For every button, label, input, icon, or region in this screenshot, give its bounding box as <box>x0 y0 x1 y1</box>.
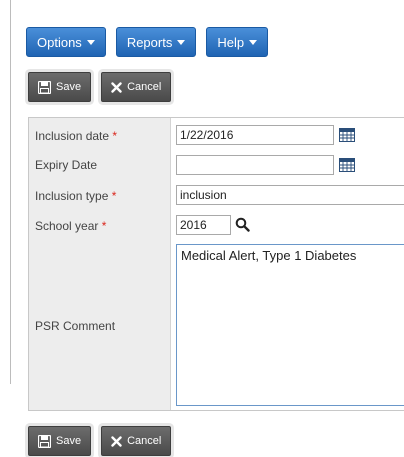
help-menu-button[interactable]: Help <box>206 27 269 57</box>
options-menu-button[interactable]: Options <box>26 27 106 57</box>
chevron-down-icon <box>177 39 186 45</box>
school-year-label: School year * <box>35 219 107 233</box>
save-button-label: Save <box>56 81 82 93</box>
inclusion-date-field[interactable]: 1/22/2016 <box>176 125 334 145</box>
close-icon <box>111 435 122 447</box>
options-menu-label: Options <box>37 34 82 50</box>
cancel-button[interactable]: Cancel <box>101 426 172 456</box>
chevron-down-icon <box>249 39 258 45</box>
psr-comment-label: PSR Comment <box>35 319 116 333</box>
left-border-line <box>10 0 11 384</box>
inclusion-date-label: Inclusion date * <box>35 129 118 143</box>
save-button[interactable]: Save <box>28 426 92 456</box>
chevron-down-icon <box>86 39 95 45</box>
expiry-date-label: Expiry Date <box>35 158 98 172</box>
expiry-date-field[interactable] <box>176 155 334 175</box>
search-icon[interactable] <box>235 217 250 232</box>
bottom-action-bar: Save Cancel <box>28 426 172 456</box>
calendar-icon[interactable] <box>339 158 355 172</box>
save-button[interactable]: Save <box>28 72 92 102</box>
inclusion-type-label: Inclusion type * <box>35 189 117 203</box>
required-marker: * <box>112 129 118 143</box>
required-marker: * <box>111 189 117 203</box>
menu-bar: Options Reports Help <box>26 27 269 57</box>
psr-comment-textarea[interactable]: Medical Alert, Type 1 Diabetes <box>176 244 404 406</box>
required-marker: * <box>101 219 107 233</box>
cancel-button[interactable]: Cancel <box>101 72 172 102</box>
reports-menu-label: Reports <box>126 34 173 50</box>
calendar-icon[interactable] <box>339 128 355 142</box>
cancel-button-label: Cancel <box>127 81 162 93</box>
floppy-disk-icon <box>38 434 51 448</box>
inclusion-type-field[interactable]: inclusion <box>176 185 404 205</box>
save-button-label: Save <box>56 435 82 447</box>
reports-menu-button[interactable]: Reports <box>115 27 197 57</box>
close-icon <box>111 81 122 93</box>
school-year-field[interactable]: 2016 <box>176 215 231 235</box>
inclusion-form: Inclusion date * 1/22/2016 Expiry Date I… <box>28 117 404 411</box>
help-menu-label: Help <box>217 34 245 50</box>
floppy-disk-icon <box>38 80 51 94</box>
cancel-button-label: Cancel <box>127 435 162 447</box>
top-action-bar: Save Cancel <box>28 72 172 102</box>
